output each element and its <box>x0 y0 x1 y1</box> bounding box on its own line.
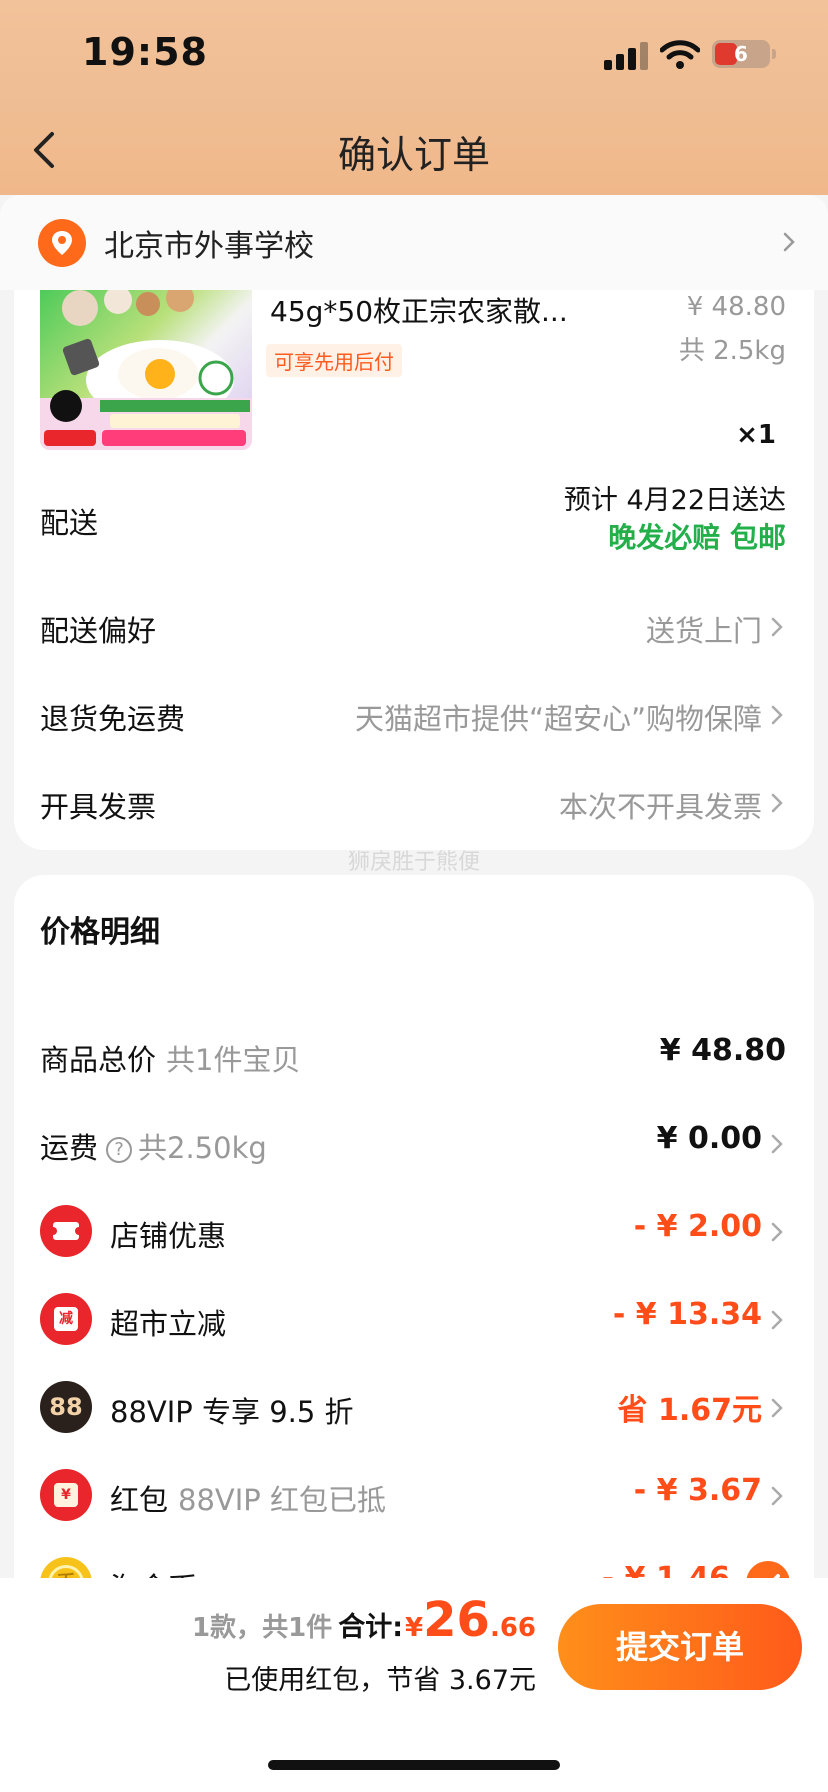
vip-discount-row[interactable]: 88 88VIP 专享 9.5 折 省 1.67元 <box>14 1367 814 1447</box>
help-icon[interactable]: ? <box>106 1137 133 1163</box>
red-packet-icon: ¥ <box>40 1469 92 1521</box>
row-value: 天猫超市提供“超安心”购物保障 <box>354 702 762 736</box>
summary-total-dec: .66 <box>489 1613 536 1643</box>
red-packet-value: - ¥ 3.67 <box>633 1473 762 1508</box>
home-indicator <box>268 1760 560 1770</box>
chevron-right-icon <box>771 617 783 637</box>
status-time: 19:58 <box>82 30 208 74</box>
row-label: 开具发票 <box>40 790 157 824</box>
summary-total-label: 合计: <box>338 1612 404 1643</box>
delivery-guarantee: 晚发必赔 包邮 <box>608 521 786 554</box>
chevron-right-icon <box>771 1398 783 1418</box>
delivery-eta: 预计 4月22日送达 <box>563 485 786 516</box>
vip-discount-value: 省 1.67元 <box>617 1393 762 1428</box>
invoice-row[interactable]: 开具发票 本次不开具发票 <box>14 762 814 842</box>
chevron-right-icon <box>771 1486 783 1506</box>
battery-tip <box>772 49 776 59</box>
market-reduce-label: 超市立减 <box>110 1307 227 1341</box>
address-row[interactable]: 北京市外事学校 <box>0 195 828 290</box>
product-image[interactable] <box>40 290 252 450</box>
store-discount-label: 店铺优惠 <box>110 1219 227 1253</box>
summary-saved: 已使用红包，节省 3.67元 <box>224 1665 536 1696</box>
summary-yen: ¥ <box>405 1613 424 1643</box>
goods-total-label-wrap: 商品总价 共1件宝贝 <box>40 1037 300 1079</box>
delivery-row: 配送 预计 4月22日送达 晚发必赔 包邮 <box>14 470 814 566</box>
section-title: 价格明细 <box>40 915 160 950</box>
red-packet-sub: 88VIP 红包已抵 <box>178 1483 387 1517</box>
delivery-label: 配送 <box>40 506 99 540</box>
shipping-label-wrap: 运费? 共2.50kg <box>40 1125 267 1167</box>
battery-icon: 6 <box>712 40 770 68</box>
location-pin-icon <box>38 219 86 267</box>
watermark: 狮戾胜于熊便 <box>347 850 480 875</box>
chevron-right-icon <box>771 1222 783 1242</box>
submit-order-button[interactable]: 提交订单 <box>558 1604 802 1690</box>
goods-total-sub: 共1件宝贝 <box>166 1043 301 1077</box>
goods-total-row: 商品总价 共1件宝贝 ¥ 48.80 <box>14 1015 814 1095</box>
vip-discount-label: 88VIP 专享 9.5 折 <box>110 1395 354 1429</box>
chevron-right-icon <box>771 793 783 813</box>
shipping-label: 运费 <box>40 1131 99 1165</box>
goods-total-value: ¥ 48.80 <box>659 1033 786 1068</box>
battery-level: 6 <box>734 42 748 66</box>
address-text: 北京市外事学校 <box>104 229 314 264</box>
free-return-row[interactable]: 退货免运费 天猫超市提供“超安心”购物保障 <box>14 674 814 754</box>
order-card: 45g*50枚正宗农家散... 可享先用后付 ¥ 48.80 共 2.5kg ×… <box>14 290 814 850</box>
chevron-right-icon <box>771 1134 783 1154</box>
row-label: 配送偏好 <box>40 614 157 648</box>
reduce-icon: 减 <box>40 1293 92 1345</box>
shipping-value: ¥ 0.00 <box>656 1121 762 1156</box>
nav-bar: 确认订单 <box>0 110 828 195</box>
red-packet-label-wrap: 红包 88VIP 红包已抵 <box>110 1477 386 1519</box>
row-value: 送货上门 <box>645 614 762 648</box>
price-detail-card: 价格明细 商品总价 共1件宝贝 ¥ 48.80 运费? 共2.50kg ¥ 0.00… <box>14 875 814 1595</box>
market-reduce-value: - ¥ 13.34 <box>612 1297 762 1332</box>
shipping-sub: 共2.50kg <box>138 1131 267 1165</box>
chevron-right-icon <box>783 232 795 252</box>
wifi-icon <box>660 40 700 69</box>
header: 19:58 6 确认订单 <box>0 0 828 195</box>
page-title: 确认订单 <box>337 133 490 177</box>
store-discount-value: - ¥ 2.00 <box>633 1209 762 1244</box>
chevron-right-icon <box>771 705 783 725</box>
summary-total-int: 26 <box>423 1592 490 1648</box>
product-weight: 共 2.5kg <box>678 336 786 366</box>
signal-icon <box>604 40 648 70</box>
chevron-right-icon <box>771 1310 783 1330</box>
store-discount-row[interactable]: 店铺优惠 - ¥ 2.00 <box>14 1191 814 1271</box>
goods-total-label: 商品总价 <box>40 1043 157 1077</box>
red-packet-label: 红包 <box>110 1483 169 1517</box>
delivery-preference-row[interactable]: 配送偏好 送货上门 <box>14 586 814 666</box>
summary-line: 1款，共1件 合计:¥26.66 <box>192 1592 536 1648</box>
product-price: ¥ 48.80 <box>686 292 786 322</box>
status-bar: 19:58 6 <box>0 0 828 110</box>
coupon-icon <box>40 1205 92 1257</box>
row-value: 本次不开具发票 <box>558 790 762 824</box>
vip88-icon-text: 88 <box>49 1393 83 1421</box>
summary-count: 1款，共1件 <box>192 1613 333 1643</box>
pay-later-tag: 可享先用后付 <box>266 344 402 377</box>
row-label: 退货免运费 <box>40 702 186 736</box>
product-quantity: ×1 <box>736 420 776 450</box>
red-packet-row[interactable]: ¥ 红包 88VIP 红包已抵 - ¥ 3.67 <box>14 1455 814 1535</box>
market-reduce-row[interactable]: 减 超市立减 - ¥ 13.34 <box>14 1279 814 1359</box>
red-packet-icon-text: ¥ <box>54 1483 78 1507</box>
reduce-icon-text: 减 <box>54 1307 78 1331</box>
product-name[interactable]: 45g*50枚正宗农家散... <box>270 290 610 330</box>
shipping-row[interactable]: 运费? 共2.50kg ¥ 0.00 <box>14 1103 814 1183</box>
vip88-icon: 88 <box>40 1381 92 1433</box>
